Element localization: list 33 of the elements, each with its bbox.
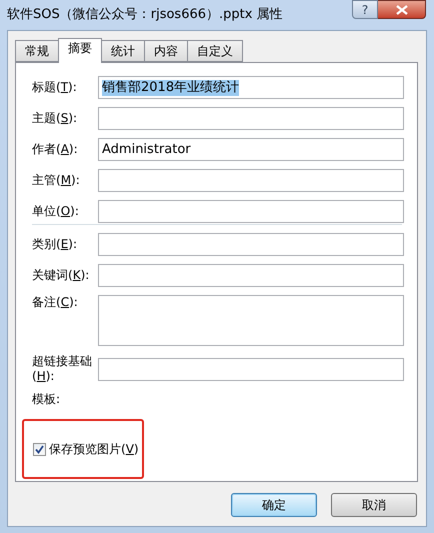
field-label: 备注(C): bbox=[32, 295, 79, 310]
field-label: 单位(O): bbox=[32, 204, 80, 219]
field-label: 超链接基础(H): bbox=[32, 354, 93, 384]
tab[interactable]: 统计 bbox=[101, 40, 145, 62]
checkbox[interactable] bbox=[33, 442, 46, 456]
text-field[interactable] bbox=[98, 200, 404, 223]
field-label: 标题(T): bbox=[32, 80, 78, 95]
text-field[interactable] bbox=[98, 264, 404, 287]
window-title: 软件SOS（微信公众号：rjsos666）.pptx 属性 bbox=[7, 7, 283, 23]
field-label: 类别(E): bbox=[32, 237, 78, 252]
text-field[interactable] bbox=[98, 169, 404, 192]
close-button[interactable] bbox=[378, 0, 426, 19]
text-area[interactable] bbox=[98, 295, 404, 346]
text-field[interactable] bbox=[98, 233, 404, 256]
text-field[interactable] bbox=[98, 358, 404, 380]
field-label: 关键词(K): bbox=[32, 268, 90, 283]
tab[interactable]: 自定义 bbox=[187, 40, 243, 62]
dialog-button[interactable]: 确定 bbox=[231, 493, 317, 517]
text-field[interactable] bbox=[98, 107, 404, 130]
help-button[interactable]: ? bbox=[352, 0, 378, 19]
dialog-button[interactable]: 取消 bbox=[331, 493, 417, 517]
tab[interactable]: 摘要 bbox=[58, 38, 102, 63]
checkmark-icon bbox=[35, 444, 44, 454]
text-field[interactable]: 销售部2018年业绩统计 bbox=[98, 76, 404, 99]
text-field[interactable]: Administrator bbox=[98, 138, 404, 161]
checkbox-label: 保存预览图片(V) bbox=[49, 442, 139, 456]
tab[interactable]: 内容 bbox=[144, 40, 188, 62]
field-label: 主管(M): bbox=[32, 173, 81, 188]
field-label: 模板: bbox=[32, 392, 62, 407]
field-label: 主题(S): bbox=[32, 111, 78, 126]
tab[interactable]: 常规 bbox=[15, 40, 59, 62]
field-label: 作者(A): bbox=[32, 142, 79, 157]
close-icon bbox=[396, 4, 408, 14]
